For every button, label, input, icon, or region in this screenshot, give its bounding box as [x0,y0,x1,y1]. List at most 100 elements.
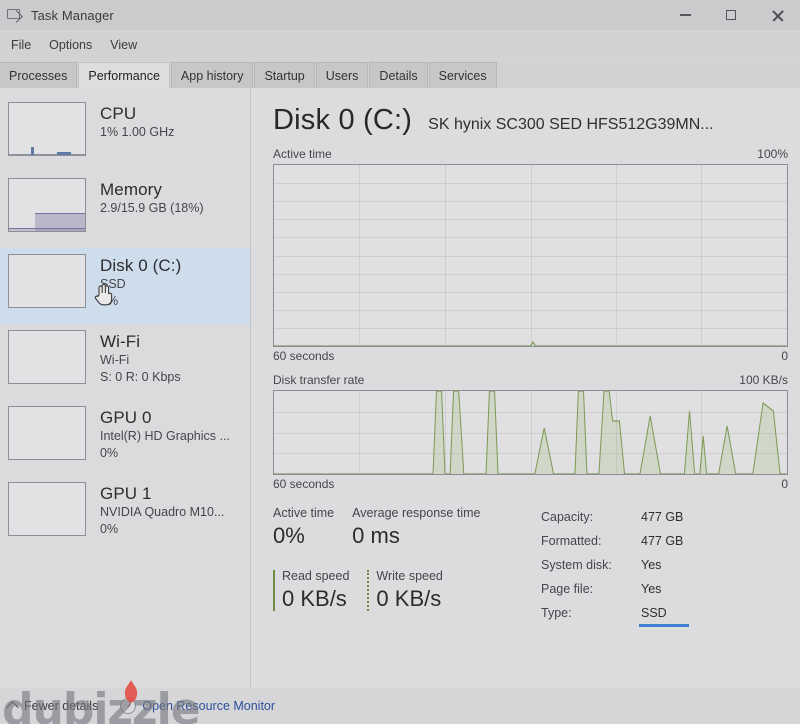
detail-capacity: Capacity: 477 GB [541,505,683,529]
detail-page-file-key: Page file: [541,582,594,596]
sidebar-item-gpu0[interactable]: GPU 0 Intel(R) HD Graphics ... 0% [0,400,250,476]
transfer-rate-graph-title: Disk transfer rate [273,373,365,387]
stat-read-speed-value: 0 KB/s [282,586,347,611]
detail-capacity-key: Capacity: [541,510,594,524]
stat-read-speed: Read speed 0 KB/s [273,568,349,613]
disk-details-list: Capacity: 477 GB Formatted: 477 GB Syste… [541,505,689,627]
sidebar-item-disk0[interactable]: Disk 0 (C:) SSD 0% [0,248,250,324]
sidebar-item-memory[interactable]: Memory 2.9/15.9 GB (18%) [0,172,250,248]
stat-active-time-value: 0% [273,523,305,548]
active-time-axis: 60 seconds 0 [273,349,788,363]
transfer-rate-axis: 60 seconds 0 [273,477,788,491]
cpu-thumbnail-graph [8,102,86,156]
tab-strip: Processes Performance App history Startu… [0,62,800,88]
transfer-rate-graph-max: 100 KB/s [739,373,788,387]
active-time-min-label: 0 [781,349,788,363]
maximize-button[interactable] [708,0,754,30]
detail-formatted-value: 477 GB [641,534,684,548]
open-resource-monitor-link[interactable]: Open Resource Monitor [120,698,275,714]
title-bar: Task Manager [0,0,800,30]
maximize-icon [726,10,736,20]
minimize-icon [679,14,691,16]
memory-thumbnail-graph [8,178,86,232]
tab-app-history[interactable]: App history [170,62,254,88]
footer-bar: Fewer details Open Resource Monitor [0,688,800,724]
sidebar-item-wifi[interactable]: Wi-Fi Wi-Fi S: 0 R: 0 Kbps [0,324,250,400]
transfer-rate-plot [274,391,787,474]
task-manager-window: Task Manager File Options View Processes… [0,0,800,724]
window-controls [662,0,800,30]
stats-section: Active time 0% Average response time 0 m… [273,505,788,627]
disk-model-label: SK hynix SC300 SED HFS512G39MN... [428,116,714,133]
tab-services[interactable]: Services [428,62,497,88]
detail-system-disk: System disk: Yes [541,553,683,577]
sidebar-item-gpu0-usage: 0% [100,446,119,460]
minimize-button[interactable] [662,0,708,30]
active-time-graph[interactable] [273,164,788,347]
active-time-plot [274,341,787,346]
fewer-details-label: Fewer details [24,699,99,713]
active-time-graph-labels: Active time 100% [273,147,788,161]
stat-active-time: Active time 0% [273,505,334,550]
sidebar-item-cpu[interactable]: CPU 1% 1.00 GHz [0,96,250,172]
content-area: CPU 1% 1.00 GHz Memory 2.9/15.9 GB (18%)… [0,88,800,688]
open-resource-monitor-label: Open Resource Monitor [142,699,276,713]
detail-page-file-value: Yes [641,582,662,596]
sidebar-item-disk0-usage: 0% [100,294,119,308]
tab-processes[interactable]: Processes [0,62,78,88]
close-icon [771,9,784,22]
stat-active-time-label: Active time [273,506,335,520]
resource-sidebar: CPU 1% 1.00 GHz Memory 2.9/15.9 GB (18%)… [0,88,250,688]
page-title: Disk 0 (C:) [273,104,413,136]
panel-header: Disk 0 (C:) SK hynix SC300 SED HFS512G39… [273,104,788,137]
sidebar-item-wifi-throughput: S: 0 R: 0 Kbps [100,370,181,384]
stat-avg-response-time-value: 0 ms [352,523,400,548]
transfer-rate-min-label: 0 [781,477,788,491]
tab-users[interactable]: Users [315,62,369,88]
sidebar-item-disk0-title: Disk 0 (C:) [100,256,182,275]
menu-file[interactable]: File [2,35,40,55]
disk-detail-panel: Disk 0 (C:) SK hynix SC300 SED HFS512G39… [250,88,800,688]
active-time-x-label: 60 seconds [273,349,335,363]
stat-write-speed: Write speed 0 KB/s [367,568,443,613]
fewer-details-button[interactable]: Fewer details [6,699,99,714]
tab-performance[interactable]: Performance [78,62,170,88]
sidebar-item-gpu1-model: NVIDIA Quadro M10... [100,505,225,519]
sidebar-item-cpu-detail: 1% 1.00 GHz [100,125,175,139]
disk0-thumbnail-graph [8,254,86,308]
wifi-thumbnail-graph [8,330,86,384]
detail-system-disk-key: System disk: [541,558,612,572]
menu-view[interactable]: View [101,35,146,55]
tab-details[interactable]: Details [369,62,428,88]
gpu0-thumbnail-graph [8,406,86,460]
sidebar-item-gpu0-title: GPU 0 [100,408,152,427]
active-time-graph-max: 100% [757,147,788,161]
sidebar-item-memory-title: Memory [100,180,162,199]
detail-formatted-key: Formatted: [541,534,602,548]
detail-system-disk-value: Yes [641,558,662,572]
detail-page-file: Page file: Yes [541,577,683,601]
detail-type-value[interactable]: SSD [639,601,689,627]
detail-type-key: Type: [541,606,572,620]
stats-left-column: Active time 0% Average response time 0 m… [273,505,535,625]
gpu1-thumbnail-graph [8,482,86,536]
sidebar-item-wifi-title: Wi-Fi [100,332,141,351]
tab-startup[interactable]: Startup [254,62,315,88]
resource-monitor-icon [120,698,137,714]
chevron-up-icon [6,701,19,714]
detail-formatted: Formatted: 477 GB [541,529,683,553]
detail-capacity-value: 477 GB [641,510,684,524]
sidebar-item-gpu1[interactable]: GPU 1 NVIDIA Quadro M10... 0% [0,476,250,552]
sidebar-item-disk0-type: SSD [100,277,126,291]
active-time-graph-title: Active time [273,147,332,161]
stat-read-speed-label: Read speed [282,569,350,583]
transfer-rate-graph[interactable] [273,390,788,475]
stat-write-speed-label: Write speed [376,569,443,583]
menu-options[interactable]: Options [40,35,101,55]
sidebar-item-memory-detail: 2.9/15.9 GB (18%) [100,201,204,215]
close-button[interactable] [754,0,800,30]
stat-avg-response-time-label: Average response time [352,506,481,520]
sidebar-item-cpu-title: CPU [100,104,137,123]
sidebar-item-gpu0-model: Intel(R) HD Graphics ... [100,429,230,443]
sidebar-item-gpu1-usage: 0% [100,522,119,536]
